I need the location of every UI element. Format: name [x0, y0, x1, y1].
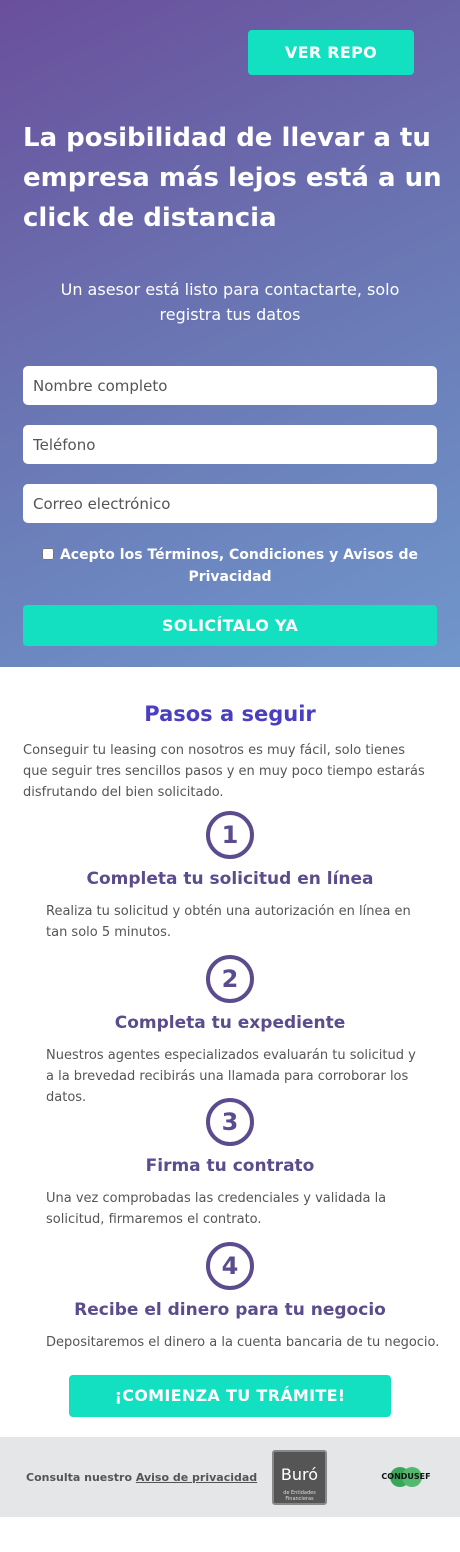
- step-text-1: Realiza tu solicitud y obtén una autoriz…: [46, 904, 411, 940]
- steps-title: Pasos a seguir: [144, 702, 316, 726]
- buro-logo: Buró de Entidades Financieras: [272, 1450, 327, 1505]
- terms-checkbox[interactable]: [41, 548, 54, 560]
- step-heading-3: Firma tu contrato: [145, 1156, 315, 1176]
- step-heading-4: Recibe el dinero para tu negocio: [74, 1300, 386, 1320]
- step-heading-1: Completa tu solicitud en línea: [86, 869, 374, 889]
- condusef-logo: CONDUSEF: [378, 1465, 434, 1489]
- step-number-2: 2: [206, 955, 254, 1003]
- hero-subtitle: Un asesor está listo para contactarte, s…: [60, 280, 400, 324]
- step-heading-2: Completa tu expediente: [114, 1013, 346, 1033]
- privacy-link[interactable]: Aviso de privacidad: [136, 1471, 257, 1484]
- step-number-4: 4: [206, 1242, 254, 1290]
- name-input[interactable]: [23, 366, 437, 405]
- ver-repo-button[interactable]: VER REPO: [248, 30, 414, 75]
- step-number-1: 1: [206, 811, 254, 859]
- hero-title: La posibilidad de llevar a tu empresa má…: [23, 123, 442, 233]
- comienza-tramite-button[interactable]: ¡COMIENZA TU TRÁMITE!: [69, 1375, 391, 1417]
- step-text-3: Una vez comprobadas las credenciales y v…: [46, 1191, 387, 1227]
- email-input[interactable]: [23, 484, 437, 523]
- phone-input[interactable]: [23, 425, 437, 464]
- terms-checkbox-label[interactable]: Acepto los Términos, Condiciones y Aviso…: [40, 544, 420, 588]
- privacy-notice: Consulta nuestro Aviso de privacidad: [26, 1471, 257, 1484]
- step-number-3: 3: [206, 1098, 254, 1146]
- steps-intro: Conseguir tu leasing con nosotros es muy…: [23, 743, 425, 800]
- terms-text: Acepto los Términos, Condiciones y Aviso…: [59, 547, 419, 585]
- condusef-text: CONDUSEF: [381, 1472, 431, 1481]
- step-text-4: Depositaremos el dinero a la cuenta banc…: [46, 1335, 440, 1350]
- buro-logo-text: Buró: [280, 1465, 319, 1484]
- solicitalo-ya-button[interactable]: SOLICÍTALO YA: [23, 605, 437, 646]
- privacy-prefix: Consulta nuestro: [26, 1471, 133, 1484]
- buro-logo-small: de Entidades Financieras: [283, 1490, 316, 1502]
- footer: Consulta nuestro Aviso de privacidad Bur…: [0, 1437, 460, 1517]
- hero-section: VER REPO La posibilidad de llevar a tu e…: [0, 0, 460, 667]
